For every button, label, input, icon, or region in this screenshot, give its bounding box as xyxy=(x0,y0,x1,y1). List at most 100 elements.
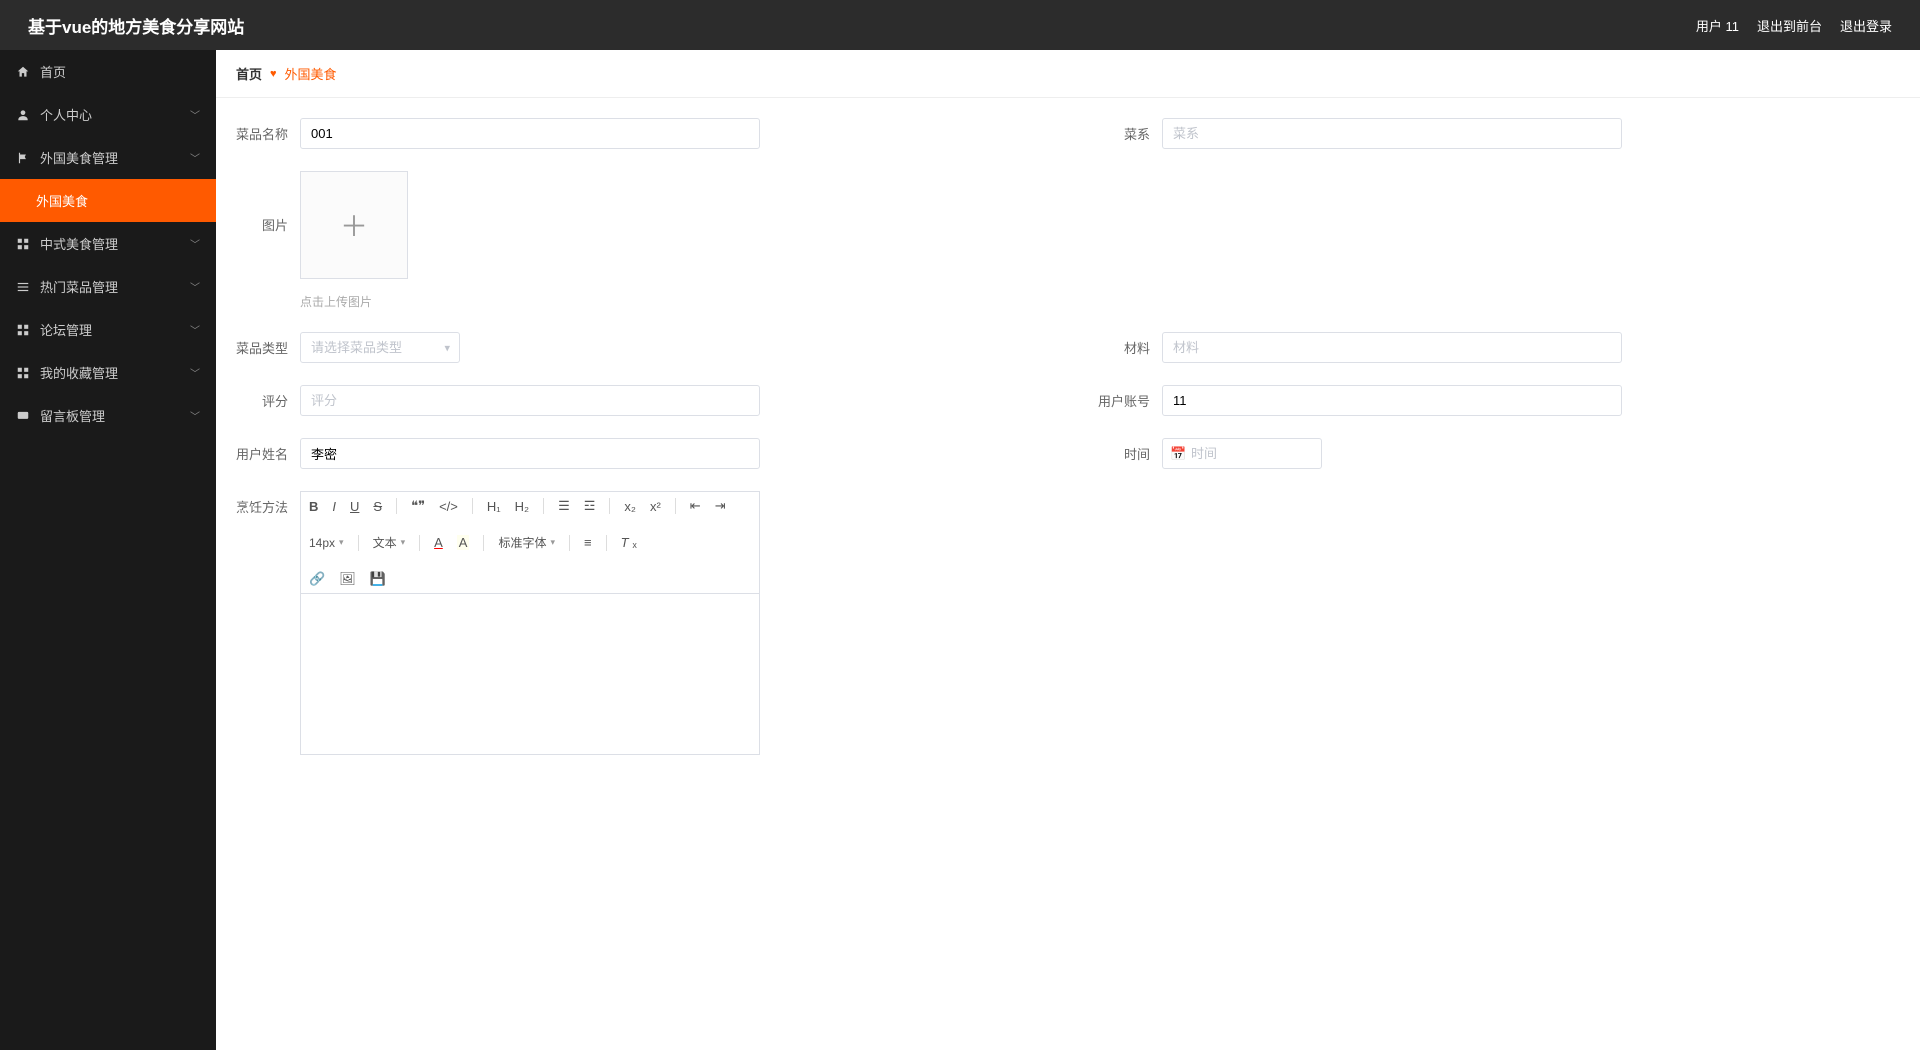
align-button[interactable]: ≡ xyxy=(584,535,592,550)
quote-button[interactable]: ❝❞ xyxy=(411,498,425,514)
save-button[interactable]: 💾 xyxy=(370,571,386,587)
sidebar-item-home[interactable]: 首页 xyxy=(0,50,216,93)
rating-label: 评分 xyxy=(236,391,300,410)
chevron-down-icon: ﹀ xyxy=(190,107,200,122)
code-button[interactable]: </> xyxy=(439,499,458,514)
app-title: 基于vue的地方美食分享网站 xyxy=(28,13,244,38)
dish-type-label: 菜品类型 xyxy=(236,338,300,357)
header-right: 用户 11 退出到前台 退出登录 xyxy=(1696,16,1892,35)
link-button[interactable]: 🔗 xyxy=(309,571,325,587)
breadcrumb: 首页 ♥ 外国美食 xyxy=(216,50,1920,98)
upload-hint: 点击上传图片 xyxy=(300,293,408,310)
list-icon xyxy=(16,280,30,294)
sidebar-item-label: 外国美食管理 xyxy=(40,148,118,167)
heart-icon: ♥ xyxy=(270,68,277,80)
font-family-select[interactable]: 标准字体▾ xyxy=(498,534,555,551)
form-area: 菜品名称 菜系 图片 ＋ 点击上传图片 xyxy=(216,98,1920,797)
rating-input[interactable] xyxy=(300,385,760,416)
home-icon xyxy=(16,65,30,79)
plus-icon: ＋ xyxy=(340,205,368,245)
sidebar-item-hot-dish-mgmt[interactable]: 热门菜品管理 ﹀ xyxy=(0,265,216,308)
superscript-button[interactable]: x² xyxy=(650,499,661,514)
chevron-down-icon: ﹀ xyxy=(190,365,200,380)
separator xyxy=(472,498,473,514)
clear-format-button[interactable]: Tₓ xyxy=(621,535,637,550)
separator xyxy=(396,498,397,514)
cuisine-label: 菜系 xyxy=(1098,124,1162,143)
font-size-select[interactable]: 14px▾ xyxy=(309,536,344,550)
cuisine-input[interactable] xyxy=(1162,118,1622,149)
dish-type-select[interactable] xyxy=(300,332,460,363)
text-style-select[interactable]: 文本▾ xyxy=(373,534,406,551)
header: 基于vue的地方美食分享网站 用户 11 退出到前台 退出登录 xyxy=(0,0,1920,50)
outdent-button[interactable]: ⇤ xyxy=(690,498,701,514)
container: 首页 个人中心 ﹀ 外国美食管理 ﹀ 外国美食 中式美食管 xyxy=(0,50,1920,1050)
logout-link[interactable]: 退出登录 xyxy=(1840,16,1892,35)
method-label: 烹饪方法 xyxy=(236,491,300,516)
bold-button[interactable]: B xyxy=(309,499,318,514)
chevron-down-icon: ﹀ xyxy=(190,236,200,251)
unordered-list-button[interactable]: ☲ xyxy=(584,498,596,514)
chevron-down-icon: ﹀ xyxy=(190,150,200,165)
dish-name-label: 菜品名称 xyxy=(236,124,300,143)
user-icon xyxy=(16,108,30,122)
breadcrumb-home[interactable]: 首页 xyxy=(236,64,262,83)
breadcrumb-current: 外国美食 xyxy=(285,64,337,83)
time-label: 时间 xyxy=(1098,444,1162,463)
material-label: 材料 xyxy=(1098,338,1162,357)
h1-button[interactable]: H₁ xyxy=(487,499,501,514)
strike-button[interactable]: S xyxy=(373,499,382,514)
separator xyxy=(675,498,676,514)
dish-name-input[interactable] xyxy=(300,118,760,149)
italic-button[interactable]: I xyxy=(332,499,336,514)
sidebar: 首页 个人中心 ﹀ 外国美食管理 ﹀ 外国美食 中式美食管 xyxy=(0,50,216,1050)
squares-icon xyxy=(16,366,30,380)
user-label[interactable]: 用户 11 xyxy=(1696,16,1739,35)
separator xyxy=(569,535,570,551)
image-upload-box[interactable]: ＋ xyxy=(300,171,408,279)
sidebar-item-chinese-food-mgmt[interactable]: 中式美食管理 ﹀ xyxy=(0,222,216,265)
sidebar-item-foreign-food-mgmt[interactable]: 外国美食管理 ﹀ xyxy=(0,136,216,179)
main-content: 首页 ♥ 外国美食 菜品名称 菜系 图片 xyxy=(216,50,1920,1050)
sidebar-item-forum-mgmt[interactable]: 论坛管理 ﹀ xyxy=(0,308,216,351)
separator xyxy=(358,535,359,551)
indent-button[interactable]: ⇥ xyxy=(715,498,726,514)
sidebar-item-favorites-mgmt[interactable]: 我的收藏管理 ﹀ xyxy=(0,351,216,394)
flag-icon xyxy=(16,151,30,165)
subscript-button[interactable]: x₂ xyxy=(624,499,636,514)
grid-icon xyxy=(16,237,30,251)
chevron-down-icon: ﹀ xyxy=(190,408,200,423)
sidebar-item-label: 外国美食 xyxy=(36,191,88,210)
sidebar-item-label: 留言板管理 xyxy=(40,406,105,425)
material-input[interactable] xyxy=(1162,332,1622,363)
h2-button[interactable]: H₂ xyxy=(515,499,529,514)
to-front-link[interactable]: 退出到前台 xyxy=(1757,16,1822,35)
separator xyxy=(606,535,607,551)
font-color-button[interactable]: A xyxy=(434,535,443,550)
user-account-input[interactable] xyxy=(1162,385,1622,416)
editor-content[interactable] xyxy=(301,594,759,754)
user-name-label: 用户姓名 xyxy=(236,444,300,463)
sidebar-item-label: 中式美食管理 xyxy=(40,234,118,253)
calendar-icon: 📅 xyxy=(1170,446,1186,462)
rich-text-editor: B I U S ❝❞ </> H₁ H₂ ☰ ☲ xyxy=(300,491,760,755)
sidebar-item-foreign-food[interactable]: 外国美食 xyxy=(0,179,216,222)
chevron-down-icon: ﹀ xyxy=(190,279,200,294)
editor-toolbar: B I U S ❝❞ </> H₁ H₂ ☰ ☲ xyxy=(301,492,759,594)
squares-icon xyxy=(16,323,30,337)
sidebar-item-label: 首页 xyxy=(40,62,66,81)
separator xyxy=(543,498,544,514)
sidebar-item-label: 论坛管理 xyxy=(40,320,92,339)
sidebar-item-profile[interactable]: 个人中心 ﹀ xyxy=(0,93,216,136)
sidebar-item-label: 热门菜品管理 xyxy=(40,277,118,296)
message-icon xyxy=(16,409,30,423)
user-account-label: 用户账号 xyxy=(1098,391,1162,410)
ordered-list-button[interactable]: ☰ xyxy=(558,498,570,514)
chevron-down-icon: ﹀ xyxy=(190,322,200,337)
separator xyxy=(609,498,610,514)
underline-button[interactable]: U xyxy=(350,499,359,514)
sidebar-item-message-board-mgmt[interactable]: 留言板管理 ﹀ xyxy=(0,394,216,437)
bg-color-button[interactable]: A xyxy=(457,535,470,550)
user-name-input[interactable] xyxy=(300,438,760,469)
image-button[interactable]: 🖼 xyxy=(339,571,356,587)
